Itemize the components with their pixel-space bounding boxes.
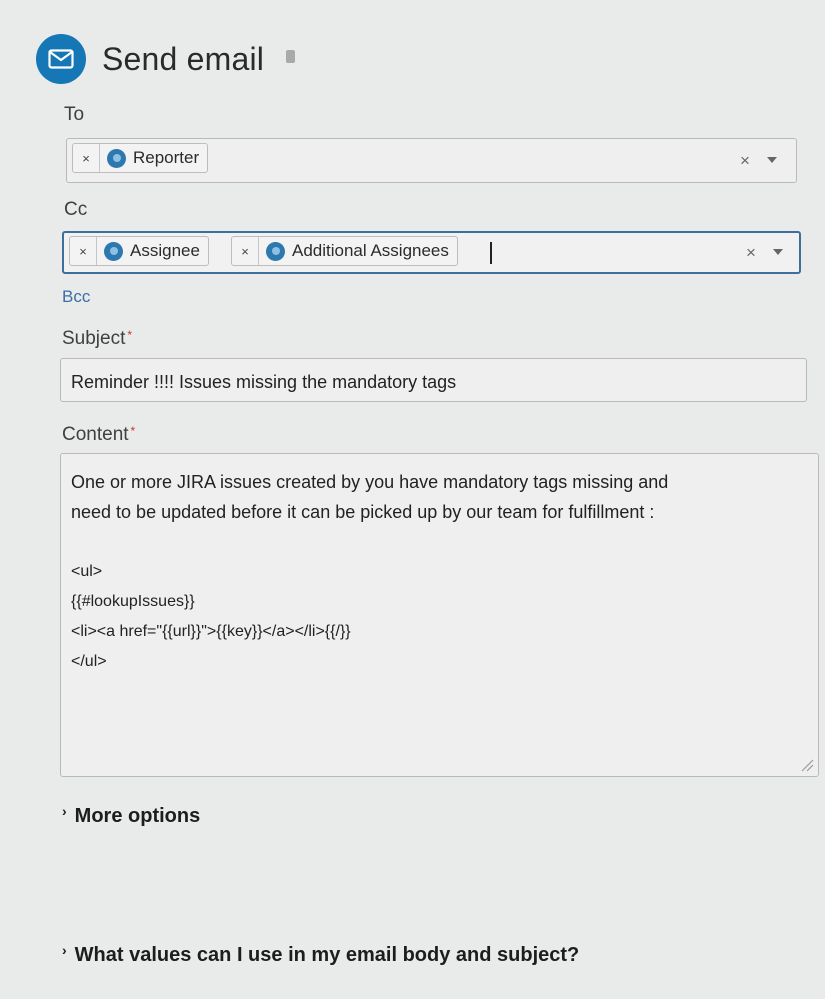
recipient-tag: × Assignee <box>69 236 209 266</box>
chevron-down-icon[interactable] <box>767 157 777 163</box>
content-line: need to be updated before it can be pick… <box>71 502 655 522</box>
form-header: Send email <box>36 34 296 84</box>
send-email-form: Send email To × Reporter × Cc × Assignee… <box>0 0 825 999</box>
cc-label: Cc <box>64 199 88 220</box>
mail-icon <box>36 34 86 84</box>
help-toggle[interactable]: › What values can I use in my email body … <box>62 942 579 967</box>
recipient-label: Assignee <box>130 241 200 260</box>
content-line: <ul> <box>71 563 103 580</box>
text-cursor <box>490 242 492 264</box>
group-avatar-icon <box>104 241 123 261</box>
remove-tag-icon[interactable]: × <box>70 237 97 265</box>
remove-tag-icon[interactable]: × <box>232 237 259 265</box>
recipient-label: Additional Assignees <box>292 241 449 260</box>
content-label-text: Content <box>62 424 129 445</box>
content-line: </ul> <box>71 653 107 670</box>
group-avatar-icon <box>266 241 285 261</box>
content-body: One or more JIRA issues created by you h… <box>71 467 791 677</box>
to-label: To <box>64 104 85 125</box>
recipient-tag: × Additional Assignees <box>231 236 458 266</box>
subject-label: Subject * <box>62 328 132 350</box>
resize-handle-icon[interactable] <box>800 758 814 772</box>
chevron-down-icon[interactable] <box>773 249 783 255</box>
subject-value: Reminder !!!! Issues missing the mandato… <box>71 372 457 392</box>
recipient-label: Reporter <box>133 148 200 167</box>
content-line: {{#lookupIssues}} <box>71 593 195 610</box>
content-textarea[interactable]: One or more JIRA issues created by you h… <box>60 453 819 777</box>
clear-icon[interactable]: × <box>746 243 756 263</box>
clear-icon[interactable]: × <box>740 151 750 171</box>
chevron-right-icon: › <box>62 803 67 819</box>
chevron-right-icon: › <box>62 942 67 958</box>
more-options-toggle[interactable]: › More options <box>62 803 200 828</box>
content-line: <li><a href="{{url}}">{{key}}</a></li>{{… <box>71 623 351 640</box>
status-indicator-icon <box>286 49 296 63</box>
subject-input[interactable]: Reminder !!!! Issues missing the mandato… <box>60 358 807 402</box>
content-label: Content * <box>62 424 135 446</box>
more-options-label: More options <box>74 805 201 827</box>
recipient-tag: × Reporter <box>72 143 209 173</box>
remove-tag-icon[interactable]: × <box>73 144 100 172</box>
subject-label-text: Subject <box>62 328 126 349</box>
help-label: What values can I use in my email body a… <box>74 944 580 966</box>
page-title: Send email <box>102 40 265 77</box>
required-marker: * <box>130 424 136 438</box>
bcc-link[interactable]: Bcc <box>62 287 90 307</box>
content-line <box>71 527 791 557</box>
group-avatar-icon <box>107 148 126 168</box>
cc-field[interactable]: × Assignee × Additional Assignees × <box>62 231 801 274</box>
required-marker: * <box>127 328 133 342</box>
content-line: One or more JIRA issues created by you h… <box>71 472 669 492</box>
to-field[interactable]: × Reporter × <box>66 138 797 183</box>
